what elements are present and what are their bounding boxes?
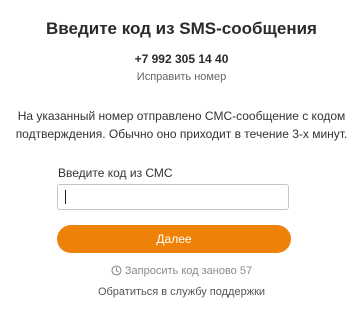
resend-countdown: 57 <box>239 265 253 277</box>
support-link[interactable]: Обратиться в службу поддержки <box>0 286 363 298</box>
phone-number: +7 992 305 14 40 <box>134 52 229 66</box>
next-button[interactable]: Далее <box>57 225 291 253</box>
sms-code-input[interactable] <box>57 184 289 210</box>
resend-code-text: Запросить код заново 57 <box>0 265 363 277</box>
info-text-line1: На указанный номер отправлено СМС-сообще… <box>17 109 346 123</box>
page-title: Введите код из SMS-сообщения <box>46 19 317 38</box>
info-text-line2: подтверждения. Обычно оно приходит в теч… <box>15 127 348 141</box>
code-field-label: Введите код из СМС <box>58 166 173 180</box>
timer-icon <box>111 265 122 276</box>
resend-code-label: Запросить код заново <box>124 265 237 277</box>
text-cursor <box>65 190 66 204</box>
info-text: На указанный номер отправлено СМС-сообще… <box>0 107 363 143</box>
change-number-link[interactable]: Исправить номер <box>0 71 363 83</box>
